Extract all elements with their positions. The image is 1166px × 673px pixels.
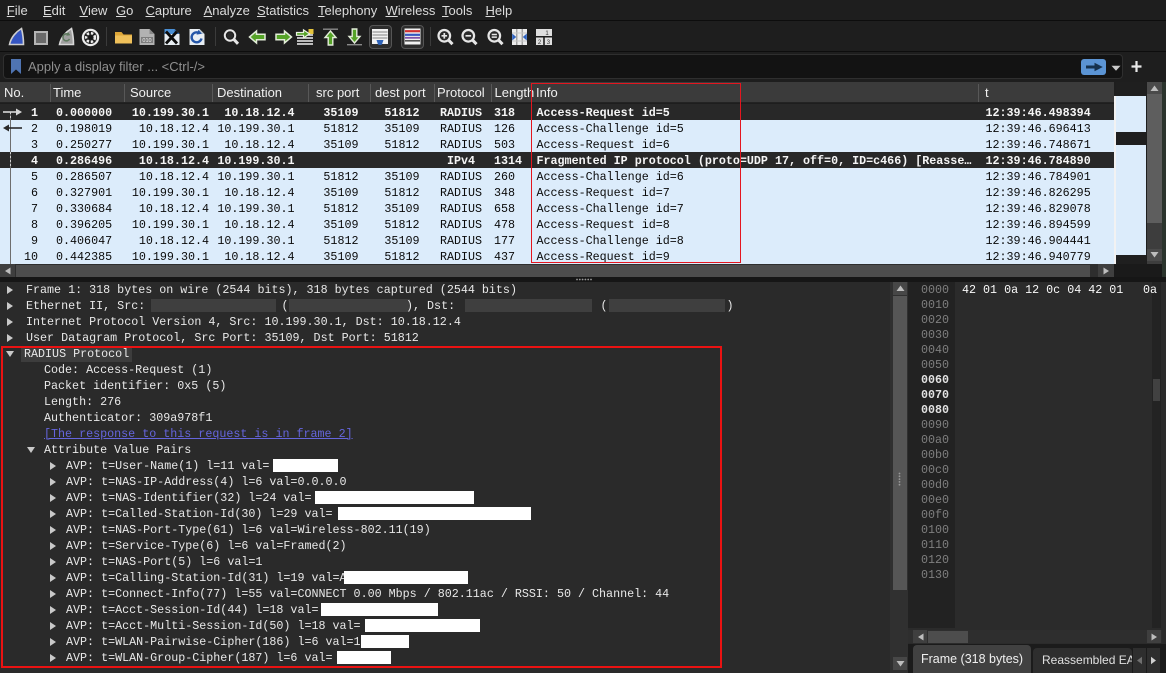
svg-text:010: 010 — [142, 38, 151, 44]
